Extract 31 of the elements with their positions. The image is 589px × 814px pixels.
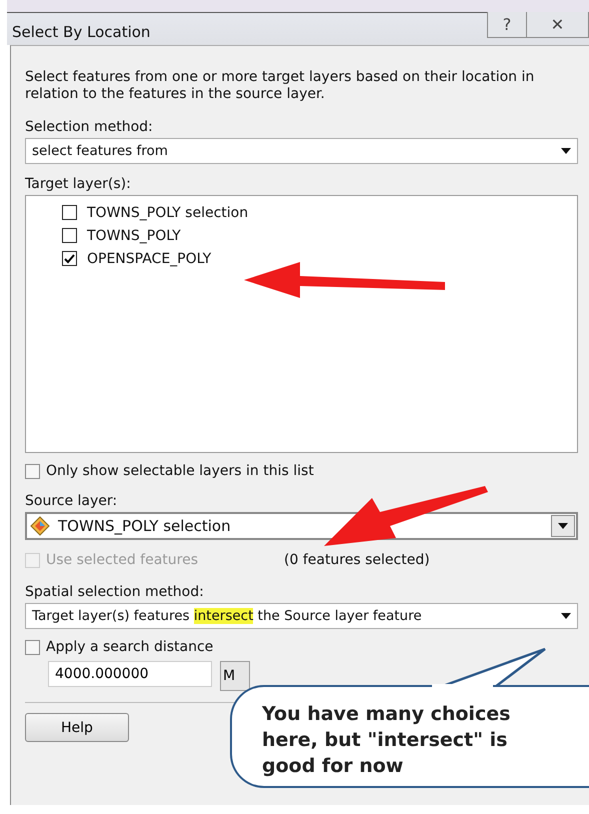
layer-name: TOWNS_POLY — [87, 228, 181, 244]
unit-dropdown[interactable]: M — [220, 661, 250, 691]
checkbox[interactable] — [62, 205, 77, 220]
layer-name: OPENSPACE_POLY — [87, 250, 212, 266]
field-label: Target layer(s): — [25, 176, 132, 192]
dropdown-button[interactable] — [551, 515, 575, 537]
source-layer-dropdown[interactable]: TOWNS_POLY selection — [25, 512, 578, 540]
checkbox-label: Apply a search distance — [46, 639, 214, 655]
layer-name: TOWNS_POLY selection — [87, 204, 248, 220]
checkbox-label: Use selected features — [46, 552, 198, 568]
field-label: Selection method: — [25, 119, 154, 135]
field-label: Spatial selection method: — [25, 584, 205, 600]
close-button[interactable]: ✕ — [527, 12, 589, 38]
help-button[interactable]: Help — [25, 713, 129, 742]
description-text: Select features from one or more target layers based on their location in relation to the features in the source layer. — [25, 69, 536, 103]
selection-method-dropdown[interactable]: select features from — [25, 138, 578, 164]
window-title: Select By Location — [12, 23, 150, 41]
checkbox[interactable] — [25, 464, 40, 478]
checkbox-label: Only show selectable layers in this list — [46, 463, 314, 479]
field-label: Source layer: — [25, 493, 118, 509]
distance-input[interactable]: 4000.000000 — [48, 661, 212, 687]
layer-icon — [30, 516, 50, 536]
help-button[interactable]: ? — [487, 12, 527, 38]
caret-icon — [561, 148, 571, 154]
selected-count: (0 features selected) — [284, 552, 430, 568]
checkbox[interactable] — [62, 251, 77, 266]
callout-text: You have many choices here, but "intersect" is good for now — [262, 702, 512, 779]
caret-icon — [558, 523, 568, 529]
caret-icon — [561, 613, 571, 619]
checkbox[interactable] — [62, 228, 77, 243]
checkbox[interactable] — [25, 640, 40, 654]
